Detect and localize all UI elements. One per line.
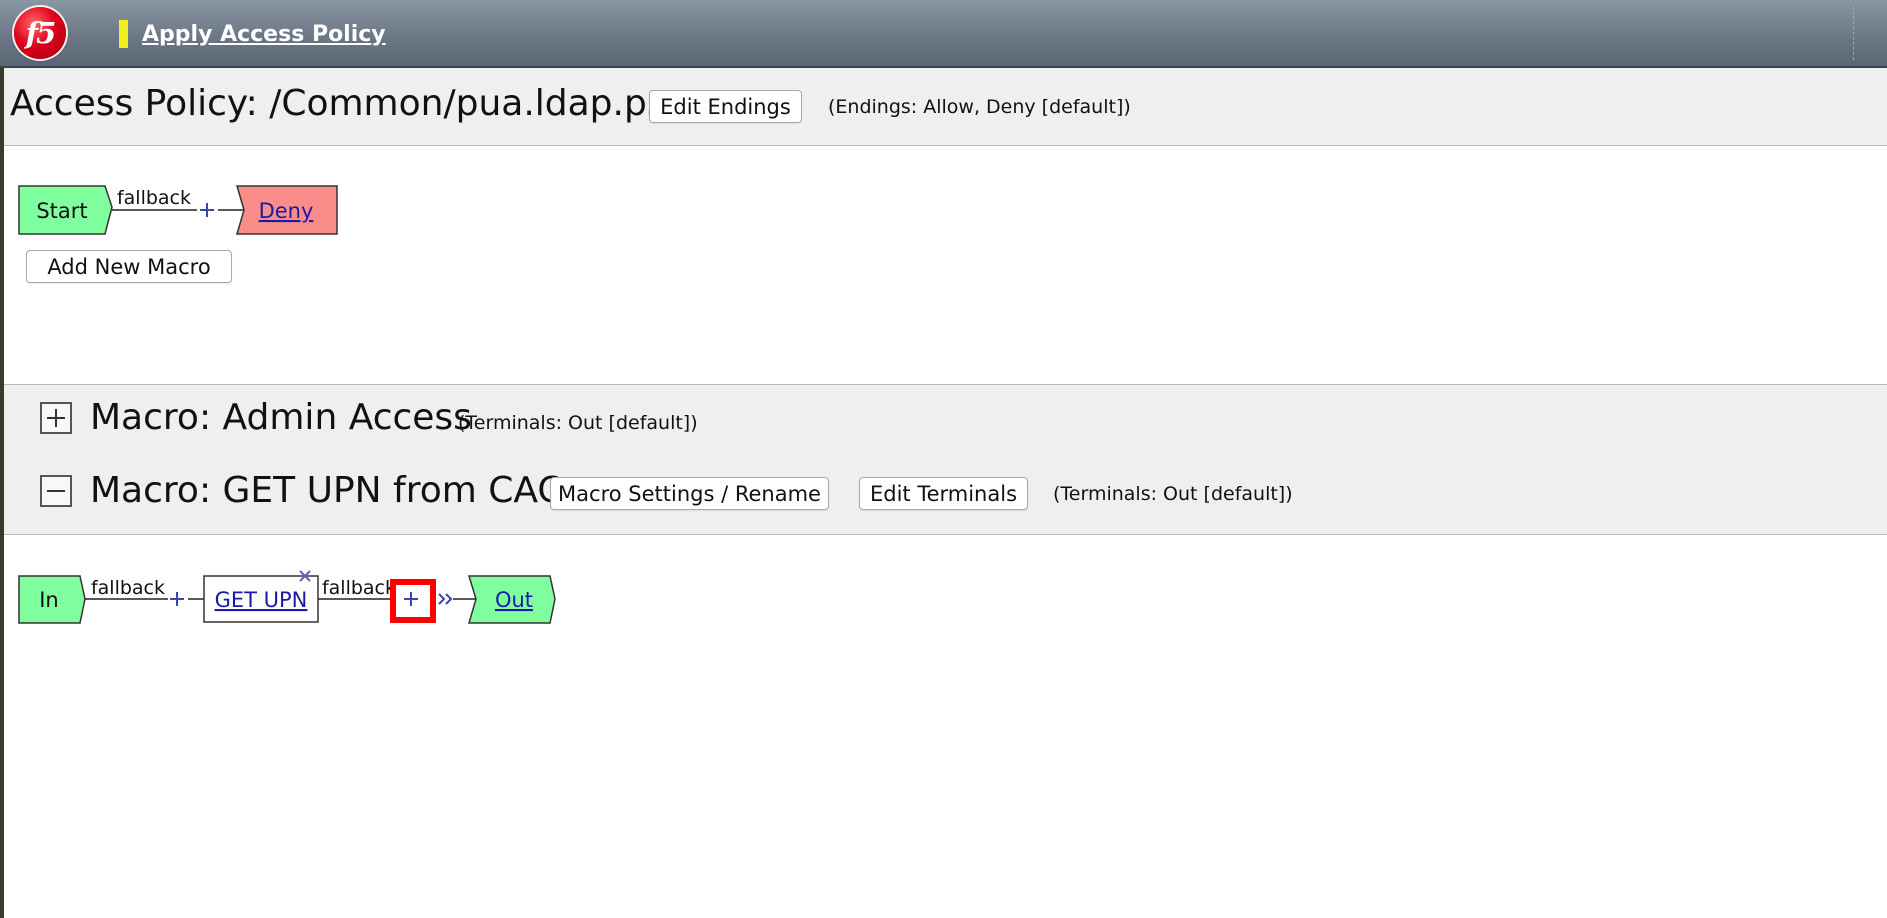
edit-terminals-button[interactable]: Edit Terminals [859, 477, 1028, 510]
add-new-macro-button[interactable]: Add New Macro [26, 250, 232, 283]
in-label: In [39, 588, 59, 612]
apply-indicator [119, 20, 128, 48]
deny-node[interactable]: Deny [236, 185, 338, 235]
fallback-branch-label: fallback [117, 187, 191, 209]
top-bar: f5 Apply Access Policy [0, 0, 1887, 68]
out-node[interactable]: Out [467, 575, 556, 624]
policy-flow: Start fallback Deny [18, 185, 338, 235]
apply-access-policy-link[interactable]: Apply Access Policy [142, 22, 386, 47]
macro-admin-access-header: Macro: Admin Access (Terminals: Out [def… [4, 384, 1887, 459]
macro-get-upn-title: Macro: GET UPN from CAC [90, 470, 563, 511]
goto-double-chevron-icon[interactable] [438, 593, 453, 605]
collapse-macro-minus-box-icon[interactable] [40, 475, 72, 507]
macro-admin-access-title: Macro: Admin Access [90, 397, 472, 438]
start-label: Start [36, 199, 87, 223]
fallback-label-2: fallback [322, 577, 396, 599]
out-link[interactable]: Out [495, 588, 533, 612]
get-upn-action-node[interactable]: GET UPN [203, 575, 319, 623]
get-upn-link[interactable]: GET UPN [215, 588, 308, 612]
macro-get-upn-terminals-note: (Terminals: Out [default]) [1053, 483, 1293, 505]
macro-settings-rename-button[interactable]: Macro Settings / Rename [550, 477, 829, 510]
policy-editor: Access Policy: /Common/pua.ldap.psp Edit… [4, 68, 1887, 918]
expand-macro-plus-box-icon[interactable] [40, 402, 72, 434]
f5-logo: f5 [14, 7, 66, 59]
add-item-plus-icon-1[interactable] [170, 592, 184, 606]
deny-link[interactable]: Deny [259, 199, 314, 223]
highlight-box [390, 579, 436, 623]
add-item-plus-icon-2[interactable] [390, 579, 436, 623]
start-node: Start [18, 185, 113, 235]
macro-get-upn-flow: In fallback GET UPN fallback Out [18, 570, 556, 624]
macro-admin-access-terminals-note: (Terminals: Out [default]) [458, 412, 698, 434]
macro-get-upn-header: Macro: GET UPN from CAC Macro Settings /… [4, 458, 1887, 535]
fallback-label-1: fallback [91, 577, 165, 599]
in-node: In [18, 575, 86, 624]
topbar-divider [1853, 6, 1854, 60]
add-item-plus-icon[interactable] [200, 203, 214, 217]
